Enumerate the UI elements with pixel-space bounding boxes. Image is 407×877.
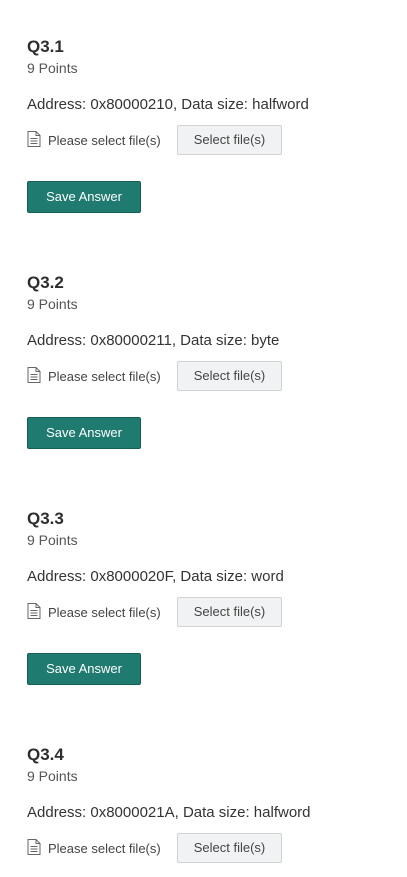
question-prompt: Address: 0x8000020F, Data size: word [27,568,284,585]
file-select-label: Please select file(s) [48,841,161,856]
question-title: Q3.3 [27,509,64,528]
file-upload-row: Please select file(s) Select file(s) [27,597,327,629]
question-title: Q3.2 [27,273,64,292]
file-icon [27,367,41,383]
file-select-label: Please select file(s) [48,133,161,148]
question-prompt: Address: 0x8000021A, Data size: halfword [27,804,311,821]
question-title: Q3.4 [27,745,64,764]
question-points: 9 Points [27,532,78,548]
file-upload-row: Please select file(s) Select file(s) [27,361,327,393]
select-files-button[interactable]: Select file(s) [177,833,282,863]
save-answer-button[interactable]: Save Answer [27,181,141,213]
file-upload-row: Please select file(s) Select file(s) [27,125,327,157]
select-files-button[interactable]: Select file(s) [177,125,282,155]
save-answer-button[interactable]: Save Answer [27,653,141,685]
question-prompt: Address: 0x80000211, Data size: byte [27,332,280,349]
file-upload-row: Please select file(s) Select file(s) [27,833,327,865]
file-icon [27,839,41,855]
question-points: 9 Points [27,768,78,784]
question-points: 9 Points [27,296,78,312]
question-prompt: Address: 0x80000210, Data size: halfword [27,96,309,113]
question-title: Q3.1 [27,37,64,56]
question-points: 9 Points [27,60,78,76]
file-icon [27,603,41,619]
file-select-label: Please select file(s) [48,369,161,384]
file-select-label: Please select file(s) [48,605,161,620]
select-files-button[interactable]: Select file(s) [177,597,282,627]
save-answer-button[interactable]: Save Answer [27,417,141,449]
select-files-button[interactable]: Select file(s) [177,361,282,391]
file-icon [27,131,41,147]
